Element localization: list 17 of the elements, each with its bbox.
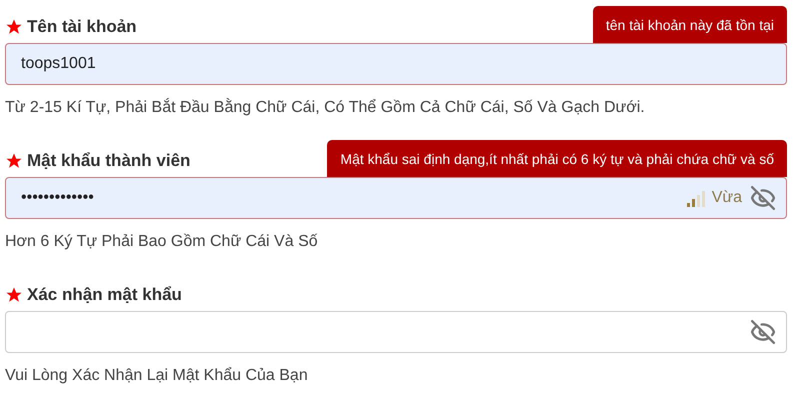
strength-label: Vừa <box>712 189 742 207</box>
strength-meter <box>686 189 707 207</box>
field-value: ••••••••••••• <box>21 189 94 207</box>
hide-password-icon[interactable] <box>750 185 776 211</box>
field-label: Mật khẩu thành viên <box>27 151 190 171</box>
hide-password-icon[interactable] <box>750 319 776 345</box>
error-tooltip: Mật khẩu sai định dạng,ít nhất phải có 6 ký tự và phải chứa chữ và số <box>327 140 787 177</box>
field-label: Tên tài khoản <box>27 17 137 37</box>
input-field[interactable] <box>5 311 787 353</box>
hint-text: Vui Lòng Xác Nhận Lại Mật Khẩu Của Bạn <box>5 367 309 385</box>
error-tooltip: tên tài khoản này đã tồn tại <box>592 6 787 43</box>
hint-text: Hơn 6 Ký Tự Phải Bao Gồm Chữ Cái Và Số <box>5 233 319 251</box>
input-field[interactable]: toops1001 <box>5 43 787 85</box>
field-label: Xác nhận mật khẩu <box>27 285 182 305</box>
field-value: toops1001 <box>21 55 96 73</box>
input-field[interactable]: ••••••••••••• Vừa <box>5 177 787 219</box>
hint-text: Từ 2-15 Kí Tự, Phải Bắt Đầu Bằng Chữ Cái, Có Thể Gồm Cả Chữ Cái, Số Và Gạch Dưới. <box>5 99 646 117</box>
